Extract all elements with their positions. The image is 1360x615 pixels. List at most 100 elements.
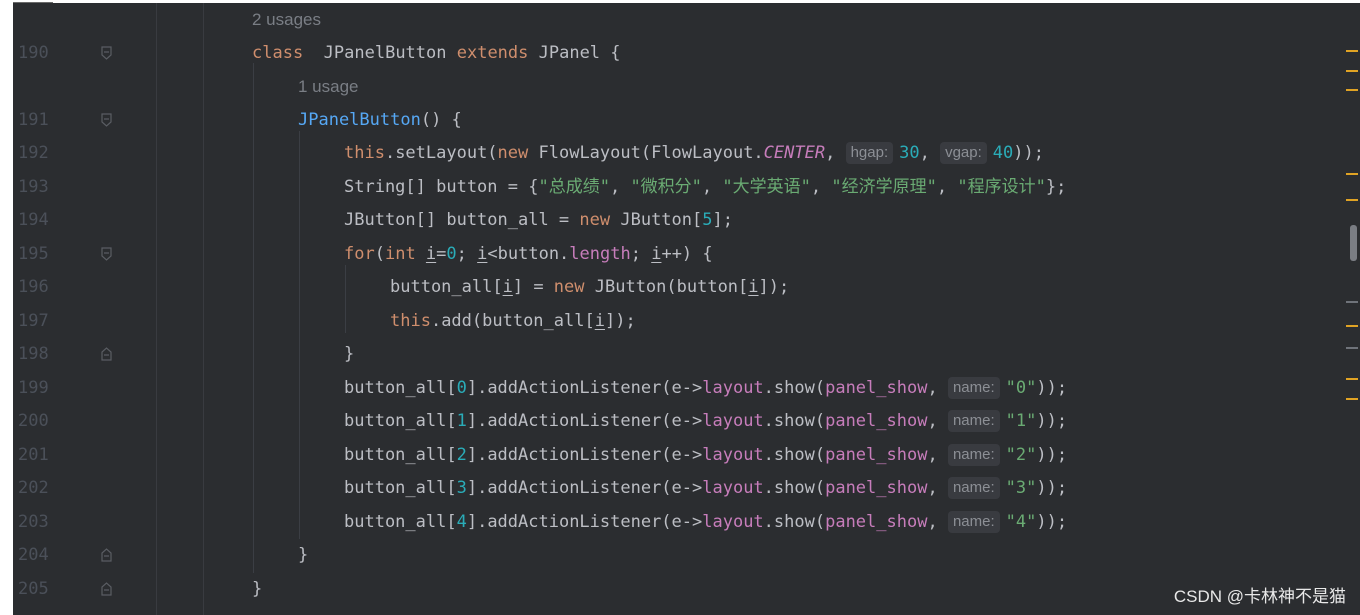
token: () { xyxy=(420,109,462,130)
fold-close-icon[interactable] xyxy=(101,548,112,562)
token: , xyxy=(919,143,941,163)
token: .setLayout( xyxy=(384,143,498,163)
token: )); xyxy=(1036,444,1068,465)
token: , xyxy=(701,176,723,197)
token: ].addActionListener(e-> xyxy=(466,444,703,465)
token: } xyxy=(252,578,263,599)
code-text[interactable]: JButton[] button_all = new JButton[5]; xyxy=(344,204,733,237)
token-fld: layout xyxy=(702,511,764,532)
scrollbar-thumb[interactable] xyxy=(1350,225,1357,261)
token-kw: class xyxy=(252,42,304,63)
token-ul: i xyxy=(477,243,488,264)
code-line[interactable]: 201 button_all[2].addActionListener(e->la… xyxy=(13,439,1333,472)
inlay-usage-row[interactable]: 2 usages xyxy=(13,3,1333,36)
code-line[interactable]: 190 class JPanelButton extends JPanel { xyxy=(13,37,1333,70)
code-text[interactable]: String[] button = {"总成绩", "微积分", "大学英语",… xyxy=(344,171,1066,204)
token-num: 30 xyxy=(899,143,920,163)
token: , xyxy=(609,176,631,197)
token-fld: layout xyxy=(702,444,764,465)
token-str: "程序设计" xyxy=(957,176,1046,197)
token-kw: this xyxy=(390,310,431,331)
code-text[interactable]: } xyxy=(298,539,308,572)
fold-open-icon[interactable] xyxy=(101,246,112,261)
code-text[interactable]: button_all[i] = new JButton(button[i]); xyxy=(390,271,789,304)
fold-close-icon[interactable] xyxy=(101,581,112,596)
error-stripe-marker[interactable] xyxy=(1346,301,1358,303)
fold-open-icon[interactable] xyxy=(101,45,112,60)
token: ++) { xyxy=(661,243,713,264)
code-line[interactable]: 204} xyxy=(13,539,1333,572)
error-stripe-marker[interactable] xyxy=(1346,398,1358,400)
token: button_all[ xyxy=(344,478,457,498)
error-stripe-marker[interactable] xyxy=(1346,50,1358,52)
error-stripe-marker[interactable] xyxy=(1346,199,1358,201)
error-stripe-marker[interactable] xyxy=(1346,378,1358,380)
line-number: 193 xyxy=(18,176,49,197)
token-num: 1 xyxy=(456,411,467,431)
code-text[interactable]: button_all[1].addActionListener(e->layou… xyxy=(344,405,1067,438)
code-line[interactable]: 200 button_all[1].addActionListener(e->la… xyxy=(13,405,1333,438)
usages-inlay-hint[interactable]: 1 usage xyxy=(298,70,359,103)
fold-open-icon[interactable] xyxy=(101,112,112,127)
line-number: 192 xyxy=(18,143,49,163)
token: , xyxy=(825,143,846,163)
token-num: 3 xyxy=(456,478,467,498)
code-line[interactable]: 195 for(int i=0; i<button.length; i++) { xyxy=(13,238,1333,271)
token-ul: i xyxy=(651,243,662,264)
token: ; xyxy=(630,243,652,264)
token-kw: new xyxy=(579,210,621,230)
token: , xyxy=(936,176,958,197)
error-stripe-marker[interactable] xyxy=(1346,173,1358,175)
line-number: 204 xyxy=(18,545,49,565)
token-str: "经济学原理" xyxy=(831,176,937,197)
code-editor[interactable]: 2 usages 190 class JPanelButton extends JP… xyxy=(13,3,1360,615)
code-text[interactable]: this.setLayout(new FlowLayout(FlowLayout… xyxy=(344,137,1044,170)
token-str: "微积分" xyxy=(630,176,702,197)
code-line[interactable]: 198} xyxy=(13,338,1333,371)
token: JButton[] button_all = xyxy=(344,210,580,230)
code-text[interactable]: class JPanelButton extends JPanel { xyxy=(252,37,621,70)
error-stripe-marker[interactable] xyxy=(1346,347,1358,349)
token-fld: layout xyxy=(702,411,764,431)
code-area[interactable]: 2 usages 190 class JPanelButton extends JP… xyxy=(13,3,1360,615)
code-line[interactable]: 194 JButton[] button_all = new JButton[5]… xyxy=(13,204,1333,237)
code-line[interactable]: 197 this.add(button_all[i]); xyxy=(13,305,1333,338)
code-line[interactable]: 193 String[] button = {"总成绩", "微积分", "大学英… xyxy=(13,171,1333,204)
fold-close-icon[interactable] xyxy=(101,347,112,361)
line-number: 197 xyxy=(18,310,49,331)
code-line[interactable]: 202 button_all[3].addActionListener(e->la… xyxy=(13,472,1333,505)
token: ]); xyxy=(604,310,636,331)
code-line[interactable]: 196 button_all[i] = new JButton(button[i]… xyxy=(13,271,1333,304)
token: .show( xyxy=(763,511,826,532)
code-text[interactable]: } xyxy=(344,338,354,371)
error-stripe-marker[interactable] xyxy=(1346,325,1358,327)
code-text[interactable]: for(int i=0; i<button.length; i++) { xyxy=(344,238,713,271)
code-line[interactable]: 203 button_all[4].addActionListener(e->la… xyxy=(13,506,1333,539)
token: , xyxy=(927,444,948,465)
code-line[interactable]: 199 button_all[0].addActionListener(e->la… xyxy=(13,372,1333,405)
token-fld: panel_show xyxy=(825,411,928,431)
token: )); xyxy=(1036,377,1068,398)
usages-inlay-hint[interactable]: 2 usages xyxy=(252,3,321,36)
token-str: "大学英语" xyxy=(722,176,811,197)
code-text[interactable]: } xyxy=(252,573,262,606)
line-number: 194 xyxy=(18,210,49,230)
token-kw: new xyxy=(553,277,595,297)
token: } xyxy=(298,545,309,565)
code-line[interactable]: 192 this.setLayout(new FlowLayout(FlowLay… xyxy=(13,137,1333,170)
error-stripe-marker[interactable] xyxy=(1346,70,1358,72)
code-text[interactable]: button_all[0].addActionListener(e->layou… xyxy=(344,372,1067,405)
code-line[interactable]: 191 JPanelButton() { xyxy=(13,104,1333,137)
code-text[interactable]: button_all[4].addActionListener(e->layou… xyxy=(344,506,1067,539)
code-text[interactable]: button_all[2].addActionListener(e->layou… xyxy=(344,439,1067,472)
token-typ: JPanel { xyxy=(538,42,621,63)
code-text[interactable]: JPanelButton() { xyxy=(298,104,462,137)
line-number: 198 xyxy=(18,344,49,364)
token: )); xyxy=(1036,411,1068,431)
token-num: 0 xyxy=(446,243,457,264)
inlay-usage-row[interactable]: 1 usage xyxy=(13,70,1333,103)
code-line[interactable]: 205} xyxy=(13,573,1333,606)
error-stripe-marker[interactable] xyxy=(1346,89,1358,91)
code-text[interactable]: this.add(button_all[i]); xyxy=(390,305,636,338)
code-text[interactable]: button_all[3].addActionListener(e->layou… xyxy=(344,472,1067,505)
